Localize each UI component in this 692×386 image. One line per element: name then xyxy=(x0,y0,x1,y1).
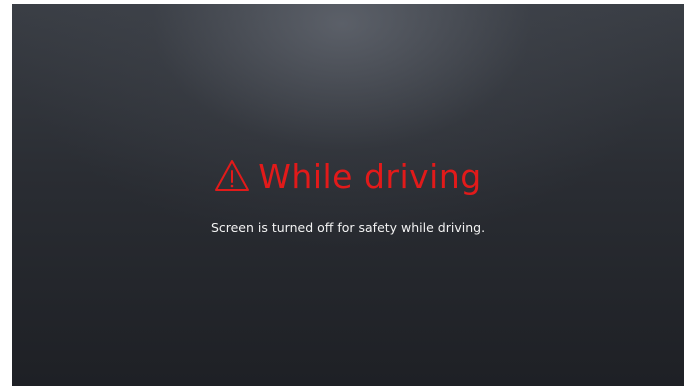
warning-title: While driving xyxy=(258,156,482,196)
warning-header: While driving xyxy=(12,154,684,198)
warning-message: Screen is turned off for safety while dr… xyxy=(210,220,486,235)
warning-triangle-icon xyxy=(215,160,250,191)
driving-lock-screen: While driving Screen is turned off for s… xyxy=(12,4,684,386)
